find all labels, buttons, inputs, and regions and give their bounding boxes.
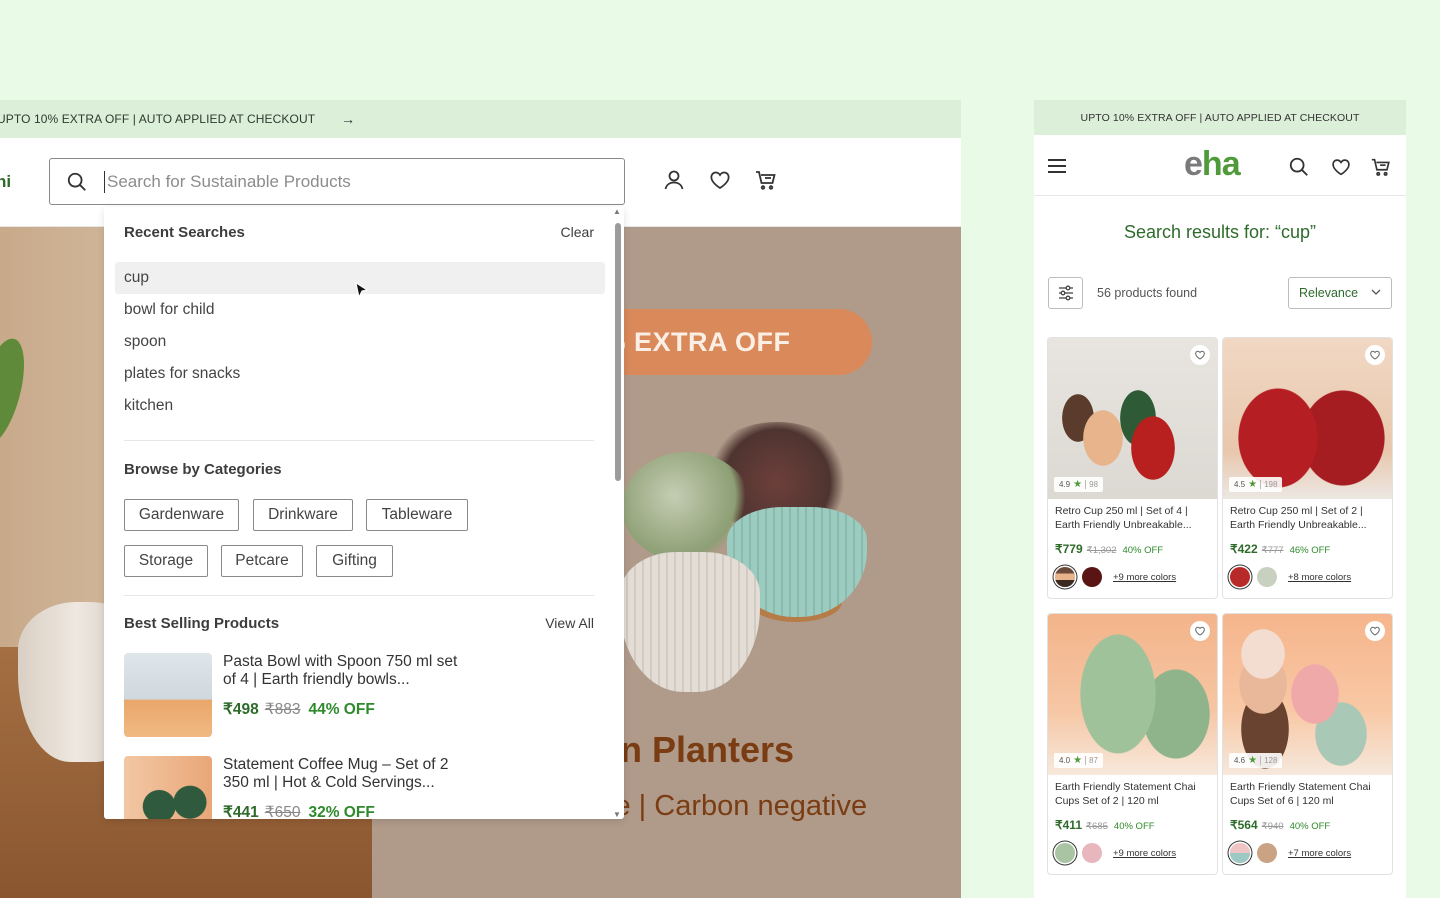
- star-icon: ★: [1248, 755, 1258, 766]
- product-price: ₹779 ₹1,302 40% OFF: [1055, 542, 1164, 556]
- divider: [124, 595, 594, 596]
- divider: [124, 440, 594, 441]
- hero-tagline: ve | Carbon negative: [600, 790, 868, 822]
- recent-searches-header: Recent Searches Clear: [124, 224, 594, 241]
- promo-banner[interactable]: UPTO 10% EXTRA OFF | AUTO APPLIED AT CHE…: [0, 100, 961, 138]
- category-chip[interactable]: Gifting: [316, 545, 393, 577]
- more-colors-link[interactable]: +8 more colors: [1288, 572, 1351, 583]
- wishlist-heart-icon[interactable]: [1365, 345, 1385, 365]
- heart-icon[interactable]: [1330, 156, 1352, 178]
- hero-headline: n Planters: [620, 729, 795, 770]
- rating-badge: 4.5 ★ 198: [1229, 477, 1283, 492]
- categories-title: Browse by Categories: [124, 461, 282, 478]
- view-all-link[interactable]: View All: [545, 615, 594, 632]
- category-chip[interactable]: Tableware: [366, 499, 468, 531]
- product-price: ₹498 ₹883 44% OFF: [223, 701, 375, 718]
- color-swatches: +8 more colors: [1230, 567, 1351, 587]
- desktop-view: UPTO 10% EXTRA OFF | AUTO APPLIED AT CHE…: [0, 100, 961, 898]
- hamburger-menu-icon[interactable]: [1047, 158, 1067, 174]
- category-chip[interactable]: Drinkware: [253, 499, 353, 531]
- category-chip[interactable]: Gardenware: [124, 499, 239, 531]
- color-swatch[interactable]: [1230, 843, 1250, 863]
- mobile-promo-banner[interactable]: UPTO 10% EXTRA OFF | AUTO APPLIED AT CHE…: [1034, 100, 1406, 135]
- user-icon[interactable]: [662, 168, 686, 192]
- product-card[interactable]: 4.5 ★ 198 Retro Cup 250 ml | Set of 2 | Ea…: [1222, 337, 1393, 599]
- product-name: Retro Cup 250 ml | Set of 4 | Earth Frie…: [1055, 505, 1192, 531]
- product-name: Retro Cup 250 ml | Set of 2 | Earth Frie…: [1230, 505, 1367, 531]
- wishlist-heart-icon[interactable]: [1190, 345, 1210, 365]
- categories-header: Browse by Categories: [124, 461, 594, 478]
- sort-select[interactable]: Relevance: [1288, 277, 1392, 309]
- product-card[interactable]: 4.6 ★ 128 Earth Friendly Statement Chai Cu…: [1222, 613, 1393, 875]
- best-selling-item[interactable]: Statement Coffee Mug – Set of 2 350 ml |…: [124, 756, 594, 819]
- more-colors-link[interactable]: +9 more colors: [1113, 848, 1176, 859]
- product-thumbnail: [124, 653, 212, 737]
- dropdown-scrollbar[interactable]: [615, 223, 621, 481]
- color-swatch[interactable]: [1082, 567, 1102, 587]
- rating-badge: 4.9 ★ 98: [1054, 477, 1103, 492]
- product-price: ₹422 ₹777 46% OFF: [1230, 542, 1331, 556]
- color-swatch[interactable]: [1055, 567, 1075, 587]
- color-swatch[interactable]: [1257, 567, 1277, 587]
- recent-search-item[interactable]: plates for snacks: [115, 358, 605, 390]
- heart-icon[interactable]: [708, 168, 732, 192]
- category-chip[interactable]: Storage: [124, 545, 208, 577]
- recent-searches-title: Recent Searches: [124, 224, 245, 241]
- search-input[interactable]: [104, 170, 584, 193]
- rating-badge: 4.6 ★ 128: [1229, 753, 1283, 768]
- wishlist-heart-icon[interactable]: [1365, 621, 1385, 641]
- search-icon: [67, 172, 86, 191]
- search-results-title: Search results for: “cup”: [1123, 222, 1317, 242]
- cart-icon[interactable]: [1370, 156, 1392, 178]
- mobile-view: UPTO 10% EXTRA OFF | AUTO APPLIED AT CHE…: [1034, 100, 1406, 898]
- wishlist-heart-icon[interactable]: [1190, 621, 1210, 641]
- chevron-down-icon: [1371, 289, 1381, 295]
- promo-banner-text: UPTO 10% EXTRA OFF | AUTO APPLIED AT CHE…: [0, 112, 316, 126]
- products-found-count: 56 products found: [1097, 286, 1198, 300]
- best-selling-header: Best Selling Products View All: [124, 615, 594, 632]
- cart-icon[interactable]: [754, 168, 778, 192]
- more-colors-link[interactable]: +7 more colors: [1288, 848, 1351, 859]
- scroll-up-arrow[interactable]: ▲: [612, 207, 622, 216]
- scroll-down-arrow[interactable]: ▼: [612, 810, 622, 819]
- best-selling-title: Best Selling Products: [124, 615, 280, 632]
- more-colors-link[interactable]: +9 more colors: [1113, 572, 1176, 583]
- rating-badge: 4.0 ★ 87: [1054, 753, 1103, 768]
- mobile-header: eha: [1034, 135, 1406, 196]
- arrow-right-icon[interactable]: →: [341, 111, 355, 127]
- product-card[interactable]: 4.0 ★ 87 Earth Friendly Statement Chai Cup…: [1047, 613, 1218, 875]
- search-icon[interactable]: [1288, 156, 1310, 178]
- product-thumbnail: [124, 756, 212, 819]
- product-card[interactable]: 4.9 ★ 98 Retro Cup 250 ml | Set of 4 | Ear…: [1047, 337, 1218, 599]
- site-logo[interactable]: hi: [0, 172, 11, 192]
- star-icon: ★: [1248, 479, 1258, 490]
- color-swatches: +9 more colors: [1055, 843, 1176, 863]
- color-swatch[interactable]: [1082, 843, 1102, 863]
- product-name: Pasta Bowl with Spoon 750 ml set of 4 | …: [223, 653, 458, 688]
- star-icon: ★: [1073, 479, 1083, 490]
- best-selling-item[interactable]: Pasta Bowl with Spoon 750 ml set of 4 | …: [124, 653, 594, 737]
- recent-search-item[interactable]: spoon: [115, 326, 605, 358]
- product-price: ₹411 ₹685 40% OFF: [1055, 818, 1155, 832]
- sort-select-value: Relevance: [1299, 286, 1359, 300]
- color-swatches: +9 more colors: [1055, 567, 1176, 587]
- recent-search-item[interactable]: kitchen: [115, 390, 605, 422]
- color-swatch[interactable]: [1230, 567, 1250, 587]
- filter-button[interactable]: [1048, 277, 1083, 309]
- filter-icon: [1058, 285, 1073, 301]
- product-name: Earth Friendly Statement Chai Cups Set o…: [1230, 781, 1371, 807]
- product-name: Earth Friendly Statement Chai Cups Set o…: [1055, 781, 1196, 807]
- category-chip[interactable]: Petcare: [221, 545, 303, 577]
- color-swatch[interactable]: [1257, 843, 1277, 863]
- color-swatch[interactable]: [1055, 843, 1075, 863]
- star-icon: ★: [1073, 755, 1083, 766]
- color-swatches: +7 more colors: [1230, 843, 1351, 863]
- clear-recent-button[interactable]: Clear: [561, 224, 594, 241]
- product-name: Statement Coffee Mug – Set of 2 350 ml |…: [223, 756, 449, 791]
- search-bar[interactable]: [49, 158, 625, 205]
- mouse-cursor-icon: [355, 282, 369, 299]
- product-price: ₹564 ₹940 40% OFF: [1230, 818, 1331, 832]
- brand-logo[interactable]: eha: [1184, 145, 1241, 184]
- product-price: ₹441 ₹650 32% OFF: [223, 804, 375, 819]
